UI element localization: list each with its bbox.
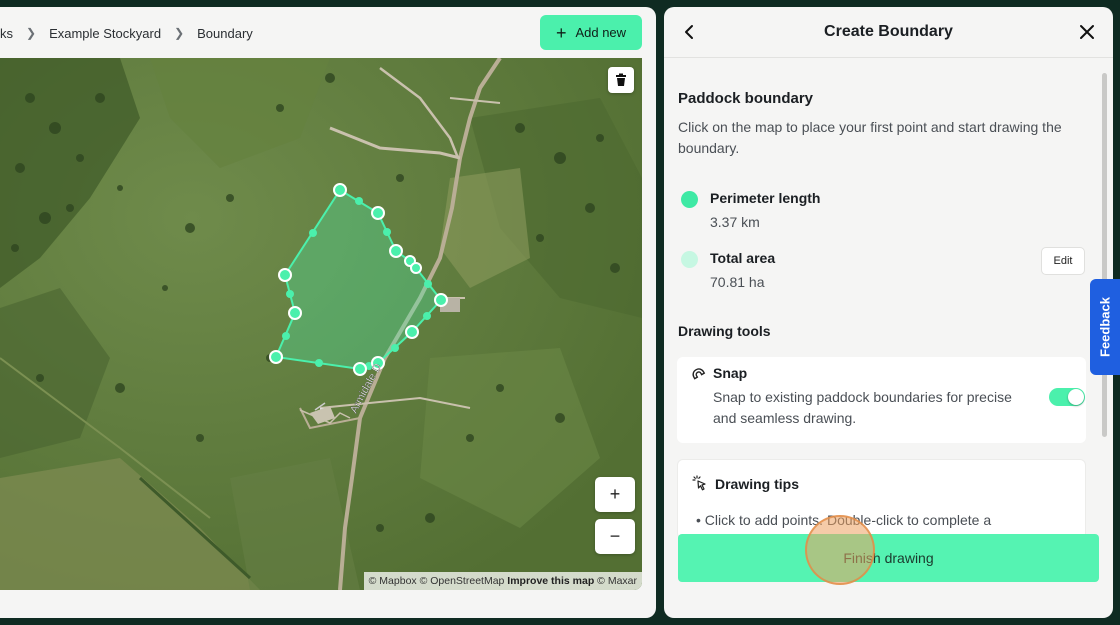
panel-title: Create Boundary (824, 23, 953, 40)
snap-description: Snap to existing paddock boundaries for … (713, 389, 1012, 426)
perimeter-dot-icon (681, 191, 698, 208)
add-new-button[interactable]: + Add new (540, 15, 642, 50)
chevron-right-icon: ❯ (174, 26, 185, 40)
panel-scrollbar[interactable] (1102, 73, 1107, 437)
snap-card: Snap Snap to existing paddock boundaries… (677, 357, 1086, 443)
panel-header: Create Boundary (664, 7, 1113, 58)
improve-map-link[interactable]: Improve this map (507, 575, 594, 587)
feedback-label: Feedback (1097, 297, 1113, 357)
tools-title: Drawing tools (678, 323, 771, 339)
perimeter-value: 3.37 km (710, 214, 760, 230)
feedback-tab[interactable]: Feedback (1090, 279, 1120, 375)
area-dot-icon (681, 251, 698, 268)
snap-toggle[interactable] (1049, 388, 1085, 406)
attribution-osm[interactable]: © OpenStreetMap (420, 575, 505, 587)
breadcrumb-item[interactable]: ks (0, 26, 13, 41)
snap-title: Snap (713, 365, 748, 381)
trash-icon (616, 73, 626, 86)
section-description: Click on the map to place your first poi… (678, 119, 1062, 156)
satellite-map[interactable]: Armidale D + − © Mapbox © OpenStreetMap … (0, 58, 642, 590)
breadcrumb-item[interactable]: Example Stockyard (49, 26, 161, 41)
map-imagery: Armidale D (0, 58, 642, 590)
map-attribution: © Mapbox © OpenStreetMap Improve this ma… (363, 572, 642, 590)
magnet-icon (692, 368, 706, 380)
delete-boundary-button[interactable] (608, 67, 634, 93)
zoom-out-button[interactable]: − (595, 519, 635, 554)
create-boundary-panel: Create Boundary Paddock boundary Click o… (664, 7, 1113, 618)
tip-item: • Click to add points. Double-click to c… (696, 512, 992, 528)
breadcrumb-item-current: Boundary (197, 25, 253, 41)
cursor-click-icon (692, 475, 706, 491)
drawing-tips-card: Drawing tips • Click to add points. Doub… (677, 459, 1086, 539)
map-panel: ks ❯ Example Stockyard ❯ Boundary + Add … (0, 7, 656, 618)
finish-drawing-button[interactable]: Finish drawing (678, 534, 1099, 582)
plus-icon: + (555, 22, 567, 43)
perimeter-label: Perimeter length (710, 190, 821, 206)
area-value: 70.81 ha (710, 274, 765, 290)
breadcrumb: ks ❯ Example Stockyard ❯ Boundary (0, 23, 253, 43)
toggle-knob (1068, 389, 1084, 405)
close-icon[interactable] (1076, 21, 1098, 43)
section-title: Paddock boundary (678, 90, 814, 107)
attribution-maxar[interactable]: © Maxar (597, 575, 637, 587)
zoom-in-button[interactable]: + (595, 477, 635, 512)
add-new-label: Add new (575, 25, 627, 40)
area-label: Total area (710, 250, 776, 266)
edit-area-button[interactable]: Edit (1041, 247, 1085, 275)
chevron-right-icon: ❯ (26, 26, 37, 40)
tips-title: Drawing tips (715, 476, 800, 492)
attribution-mapbox[interactable]: © Mapbox (369, 575, 417, 587)
